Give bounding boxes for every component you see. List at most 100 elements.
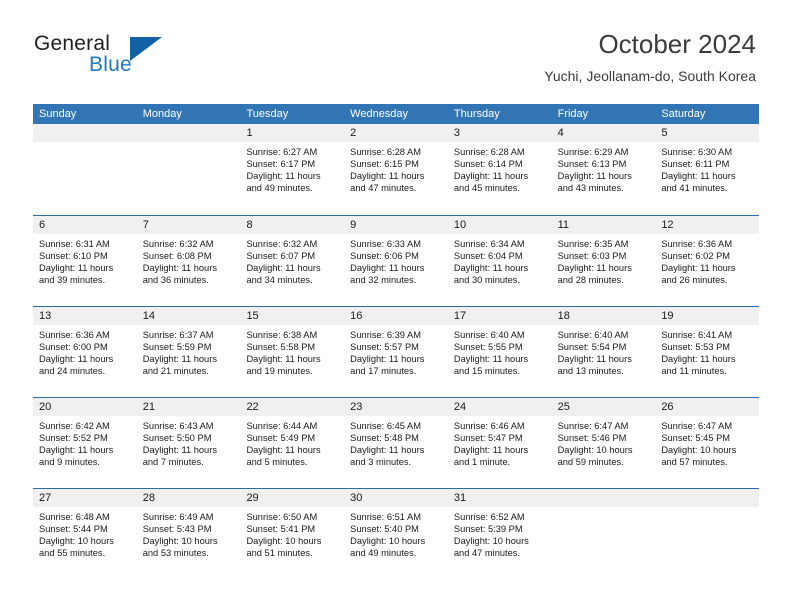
daylight-text-line1: Daylight: 11 hours bbox=[246, 263, 321, 274]
sunrise-text: Sunrise: 6:32 AM bbox=[142, 239, 214, 249]
daylight-text-line1: Daylight: 11 hours bbox=[142, 263, 217, 274]
sunrise-text: Sunrise: 6:44 AM bbox=[246, 421, 318, 431]
day-cell[interactable]: 14 Sunrise: 6:37 AM Sunset: 5:59 PM Dayligh… bbox=[136, 307, 241, 397]
day-cell[interactable]: 3 Sunrise: 6:28 AM Sunset: 6:14 PM Daylight… bbox=[447, 124, 552, 215]
day-number: 15 bbox=[240, 307, 345, 325]
sunset-text: Sunset: 5:46 PM bbox=[557, 433, 627, 444]
day-cell[interactable]: 2 Sunrise: 6:28 AM Sunset: 6:15 PM Daylight… bbox=[344, 124, 448, 215]
day-cell[interactable]: 5 Sunrise: 6:30 AM Sunset: 6:11 PM Daylight… bbox=[655, 124, 760, 215]
day-cell[interactable]: 20 Sunrise: 6:42 AM Sunset: 5:52 PM Dayligh… bbox=[33, 398, 137, 488]
day-number: 13 bbox=[33, 307, 137, 325]
weekday-header-sunday: Sunday bbox=[39, 108, 77, 120]
day-cell[interactable]: 24 Sunrise: 6:46 AM Sunset: 5:47 PM Dayligh… bbox=[447, 398, 552, 488]
day-sun-info: Sunrise: 6:39 AM Sunset: 5:57 PM Daylight:… bbox=[344, 325, 448, 377]
sunset-text: Sunset: 6:15 PM bbox=[350, 159, 419, 170]
weekday-header-monday: Monday bbox=[142, 108, 182, 120]
day-cell[interactable]: 15 Sunrise: 6:38 AM Sunset: 5:58 PM Dayligh… bbox=[240, 307, 345, 397]
day-cell[interactable]: 29 Sunrise: 6:50 AM Sunset: 5:41 PM Dayligh… bbox=[240, 489, 345, 579]
sunset-text: Sunset: 5:44 PM bbox=[39, 524, 108, 535]
daylight-text-line2: and 28 minutes. bbox=[557, 275, 624, 286]
sunrise-text: Sunrise: 6:34 AM bbox=[453, 239, 525, 249]
sunset-text: Sunset: 6:13 PM bbox=[557, 159, 627, 170]
day-number: 10 bbox=[447, 216, 552, 234]
daylight-text-line2: and 49 minutes. bbox=[350, 548, 417, 559]
day-cell[interactable]: 7 Sunrise: 6:32 AM Sunset: 6:08 PM Daylight… bbox=[136, 216, 241, 306]
day-cell[interactable]: 4 Sunrise: 6:29 AM Sunset: 6:13 PM Daylight… bbox=[551, 124, 656, 215]
title-block: October 2024 Yuchi, Jeollanam-do, South … bbox=[544, 28, 756, 86]
day-number: 25 bbox=[551, 398, 656, 416]
day-cell[interactable]: 25 Sunrise: 6:47 AM Sunset: 5:46 PM Dayligh… bbox=[551, 398, 656, 488]
sunrise-text: Sunrise: 6:40 AM bbox=[557, 330, 629, 340]
day-sun-info: Sunrise: 6:36 AM Sunset: 6:02 PM Daylight:… bbox=[655, 234, 759, 286]
day-cell[interactable]: 26 Sunrise: 6:47 AM Sunset: 5:45 PM Dayligh… bbox=[655, 398, 760, 488]
daylight-text-line2: and 39 minutes. bbox=[39, 275, 106, 286]
day-sun-info: Sunrise: 6:48 AM Sunset: 5:44 PM Daylight:… bbox=[33, 507, 137, 559]
daylight-text-line1: Daylight: 11 hours bbox=[39, 445, 114, 456]
daylight-text-line1: Daylight: 11 hours bbox=[453, 354, 529, 365]
sunrise-text: Sunrise: 6:41 AM bbox=[661, 330, 733, 340]
day-sun-info: Sunrise: 6:30 AM Sunset: 6:11 PM Daylight:… bbox=[655, 142, 759, 194]
general-blue-logo: General Blue bbox=[34, 32, 214, 80]
sunrise-text: Sunrise: 6:42 AM bbox=[39, 421, 110, 431]
day-cell[interactable]: 6 Sunrise: 6:31 AM Sunset: 6:10 PM Daylight… bbox=[33, 216, 137, 306]
daylight-text-line1: Daylight: 11 hours bbox=[661, 354, 736, 365]
day-number: 12 bbox=[655, 216, 760, 234]
daylight-text-line2: and 17 minutes. bbox=[350, 366, 417, 377]
day-cell[interactable]: 27 Sunrise: 6:48 AM Sunset: 5:44 PM Dayligh… bbox=[33, 489, 137, 579]
sunset-text: Sunset: 6:04 PM bbox=[453, 251, 523, 262]
daylight-text-line2: and 36 minutes. bbox=[142, 275, 209, 286]
day-cell[interactable]: 23 Sunrise: 6:45 AM Sunset: 5:48 PM Dayligh… bbox=[344, 398, 448, 488]
day-cell[interactable]: 10 Sunrise: 6:34 AM Sunset: 6:04 PM Dayligh… bbox=[447, 216, 552, 306]
day-number bbox=[33, 124, 137, 142]
day-sun-info: Sunrise: 6:52 AM Sunset: 5:39 PM Daylight:… bbox=[448, 507, 552, 559]
sunset-text: Sunset: 5:39 PM bbox=[453, 524, 523, 535]
day-cell[interactable]: 9 Sunrise: 6:33 AM Sunset: 6:06 PM Daylight… bbox=[344, 216, 448, 306]
sunrise-text: Sunrise: 6:49 AM bbox=[142, 512, 214, 522]
daylight-text-line2: and 5 minutes. bbox=[246, 457, 308, 468]
daylight-text-line2: and 51 minutes. bbox=[246, 548, 313, 559]
sunrise-text: Sunrise: 6:39 AM bbox=[350, 330, 421, 340]
day-sun-info: Sunrise: 6:50 AM Sunset: 5:41 PM Daylight:… bbox=[240, 507, 344, 559]
day-cell[interactable]: 31 Sunrise: 6:52 AM Sunset: 5:39 PM Dayligh… bbox=[447, 489, 552, 579]
day-cell[interactable]: 30 Sunrise: 6:51 AM Sunset: 5:40 PM Dayligh… bbox=[344, 489, 448, 579]
sunrise-text: Sunrise: 6:46 AM bbox=[453, 421, 525, 431]
sunrise-text: Sunrise: 6:52 AM bbox=[453, 512, 525, 522]
day-cell[interactable]: 22 Sunrise: 6:44 AM Sunset: 5:49 PM Dayligh… bbox=[240, 398, 345, 488]
week-cells: 6 Sunrise: 6:31 AM Sunset: 6:10 PM Daylight… bbox=[33, 216, 760, 306]
sunset-text: Sunset: 6:08 PM bbox=[142, 251, 212, 262]
day-sun-info: Sunrise: 6:40 AM Sunset: 5:54 PM Daylight:… bbox=[552, 325, 656, 377]
day-cell[interactable]: 1 Sunrise: 6:27 AM Sunset: 6:17 PM Daylight… bbox=[240, 124, 345, 215]
day-sun-info: Sunrise: 6:40 AM Sunset: 5:55 PM Daylight:… bbox=[448, 325, 552, 377]
day-cell[interactable]: 28 Sunrise: 6:49 AM Sunset: 5:43 PM Dayligh… bbox=[136, 489, 241, 579]
day-sun-info: Sunrise: 6:37 AM Sunset: 5:59 PM Daylight:… bbox=[137, 325, 241, 377]
daylight-text-line2: and 55 minutes. bbox=[39, 548, 106, 559]
daylight-text-line2: and 43 minutes. bbox=[557, 183, 624, 194]
day-cell[interactable]: 21 Sunrise: 6:43 AM Sunset: 5:50 PM Dayligh… bbox=[136, 398, 241, 488]
daylight-text-line1: Daylight: 11 hours bbox=[453, 445, 529, 456]
day-cell[interactable]: 12 Sunrise: 6:36 AM Sunset: 6:02 PM Dayligh… bbox=[655, 216, 760, 306]
week-cells: 13 Sunrise: 6:36 AM Sunset: 6:00 PM Dayligh… bbox=[33, 307, 760, 397]
daylight-text-line1: Daylight: 10 hours bbox=[661, 445, 737, 456]
daylight-text-line2: and 53 minutes. bbox=[142, 548, 209, 559]
day-cell[interactable]: 17 Sunrise: 6:40 AM Sunset: 5:55 PM Dayligh… bbox=[447, 307, 552, 397]
day-cell[interactable]: 13 Sunrise: 6:36 AM Sunset: 6:00 PM Dayligh… bbox=[33, 307, 137, 397]
daylight-text-line1: Daylight: 10 hours bbox=[142, 536, 218, 547]
day-cell[interactable]: 8 Sunrise: 6:32 AM Sunset: 6:07 PM Daylight… bbox=[240, 216, 345, 306]
daylight-text-line2: and 34 minutes. bbox=[246, 275, 313, 286]
day-cell[interactable]: 11 Sunrise: 6:35 AM Sunset: 6:03 PM Dayligh… bbox=[551, 216, 656, 306]
sunset-text: Sunset: 6:07 PM bbox=[246, 251, 316, 262]
sunrise-text: Sunrise: 6:36 AM bbox=[39, 330, 110, 340]
daylight-text-line2: and 59 minutes. bbox=[557, 457, 624, 468]
sunrise-text: Sunrise: 6:27 AM bbox=[246, 147, 318, 157]
day-cell[interactable]: 18 Sunrise: 6:40 AM Sunset: 5:54 PM Dayligh… bbox=[551, 307, 656, 397]
day-cell[interactable]: 16 Sunrise: 6:39 AM Sunset: 5:57 PM Dayligh… bbox=[344, 307, 448, 397]
sunset-text: Sunset: 5:57 PM bbox=[350, 342, 419, 353]
day-number: 19 bbox=[655, 307, 760, 325]
day-sun-info: Sunrise: 6:43 AM Sunset: 5:50 PM Daylight:… bbox=[137, 416, 241, 468]
day-cell[interactable]: 19 Sunrise: 6:41 AM Sunset: 5:53 PM Dayligh… bbox=[655, 307, 760, 397]
day-number: 29 bbox=[240, 489, 345, 507]
sunset-text: Sunset: 5:49 PM bbox=[246, 433, 316, 444]
day-sun-info: Sunrise: 6:44 AM Sunset: 5:49 PM Daylight:… bbox=[240, 416, 344, 468]
day-number: 27 bbox=[33, 489, 137, 507]
weekday-header-saturday: Saturday bbox=[661, 108, 706, 120]
